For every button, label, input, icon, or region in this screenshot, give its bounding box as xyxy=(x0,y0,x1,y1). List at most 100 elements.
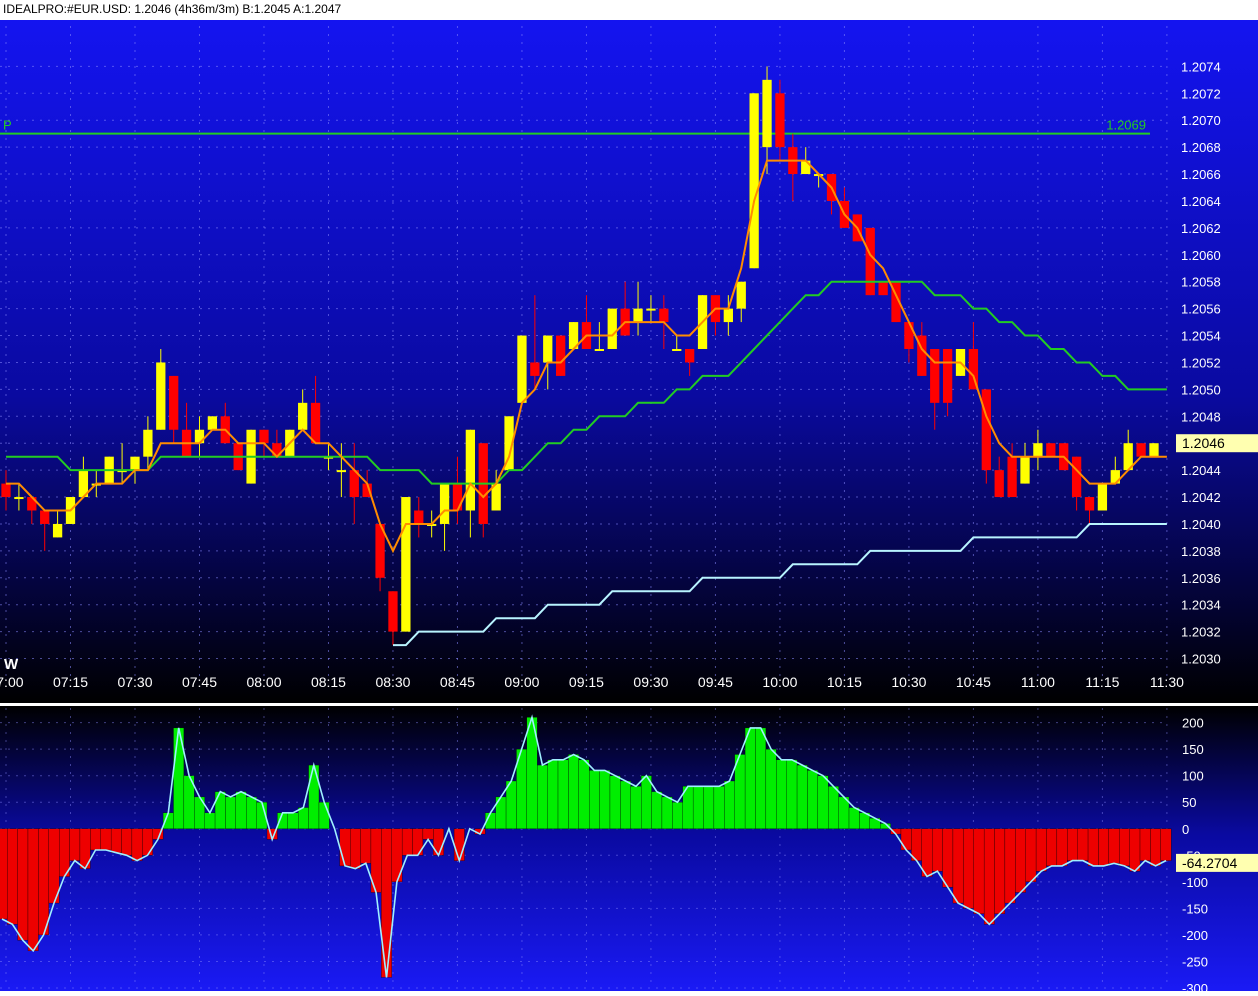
candle-body xyxy=(994,470,1004,498)
candle-body xyxy=(336,470,347,473)
time-tick-label: 09:15 xyxy=(569,674,604,690)
time-tick-label: 11:30 xyxy=(1150,674,1184,690)
osc-bar xyxy=(672,802,683,829)
osc-bar xyxy=(547,759,559,829)
osc-bar xyxy=(298,807,309,829)
price-tick-label: 1.2040 xyxy=(1181,517,1221,532)
osc-bar xyxy=(1119,828,1130,867)
time-tick-label: 08:30 xyxy=(375,674,410,690)
price-tick-label: 1.2066 xyxy=(1181,167,1221,182)
osc-bar xyxy=(401,828,413,856)
osc-bar xyxy=(994,828,1006,914)
price-tick-label: 1.2030 xyxy=(1181,652,1221,667)
time-tick-label: 09:45 xyxy=(698,674,733,690)
osc-bar xyxy=(225,796,236,829)
osc-bar xyxy=(69,828,81,861)
chart-area[interactable]: P 1.2069 1.2030 1.2032 1.2034 1.2036 1.2038 1.… xyxy=(0,20,1258,996)
osc-bar xyxy=(828,786,839,829)
window-title-bar: IDEALPRO:#EUR.USD: 1.2046 (4h36m/3m) B:1… xyxy=(0,0,1258,20)
chart-svg[interactable]: P 1.2069 1.2030 1.2032 1.2034 1.2036 1.2038 1.… xyxy=(0,20,1258,996)
osc-bar xyxy=(776,759,787,829)
price-tick-label: 1.2032 xyxy=(1181,625,1221,640)
osc-bar xyxy=(235,791,247,829)
osc-bar xyxy=(100,828,112,851)
osc-bar xyxy=(381,828,392,978)
osc-bar xyxy=(609,775,621,829)
time-tick-label: 07:30 xyxy=(117,674,152,690)
price-tick-label: 1.2068 xyxy=(1181,140,1221,155)
candle-body xyxy=(659,308,669,323)
candle-body xyxy=(1136,443,1146,457)
osc-bar xyxy=(505,780,517,829)
osc-bar xyxy=(578,759,590,829)
osc-bar xyxy=(1150,828,1161,867)
candle-body xyxy=(259,429,269,444)
osc-bar xyxy=(1015,828,1026,893)
pivot-label: P xyxy=(3,118,12,133)
candle-body xyxy=(143,429,153,457)
candle-body xyxy=(401,497,411,632)
candle-body xyxy=(1033,443,1043,457)
price-tick-label: 1.2050 xyxy=(1181,382,1221,397)
osc-bar xyxy=(599,770,611,829)
candle-body xyxy=(310,402,321,444)
price-tick-label: 1.2060 xyxy=(1181,248,1221,263)
osc-bar xyxy=(350,828,361,869)
candle-body xyxy=(543,335,553,363)
candle-body xyxy=(530,362,540,376)
osc-tick-label: -250 xyxy=(1182,954,1208,969)
osc-tick-label: 150 xyxy=(1182,742,1204,757)
candle-body xyxy=(130,456,140,471)
time-tick-label: 10:45 xyxy=(956,674,991,690)
osc-bar xyxy=(433,828,444,856)
osc-bar xyxy=(1046,828,1058,867)
candle-body xyxy=(942,349,953,403)
osc-bar xyxy=(537,764,548,829)
candle-body xyxy=(14,497,24,500)
osc-bar xyxy=(817,775,829,829)
osc-bar xyxy=(0,828,8,920)
osc-bar xyxy=(318,802,330,829)
price-tick-label: 1.2058 xyxy=(1181,275,1221,290)
osc-bar xyxy=(848,807,860,829)
osc-bar xyxy=(1035,828,1047,872)
price-tick-label: 1.2044 xyxy=(1181,463,1221,478)
osc-bar xyxy=(932,828,943,872)
osc-bar xyxy=(952,828,964,904)
osc-bar xyxy=(973,828,985,914)
osc-bar xyxy=(131,828,143,861)
candle-body xyxy=(607,308,617,349)
osc-bar xyxy=(713,786,725,829)
candle-body xyxy=(930,349,940,403)
candle-body xyxy=(556,335,566,376)
price-tick-label: 1.2042 xyxy=(1181,490,1221,505)
osc-bar xyxy=(786,759,798,829)
osc-bar xyxy=(641,775,652,829)
osc-bar xyxy=(1139,828,1151,861)
osc-bar xyxy=(589,770,600,829)
candle-body xyxy=(878,281,888,296)
osc-bar xyxy=(110,828,122,853)
osc-bar xyxy=(38,828,49,936)
time-tick-label: 08:45 xyxy=(440,674,475,690)
osc-bar xyxy=(744,727,756,829)
osc-bar xyxy=(692,786,704,829)
candle-body xyxy=(517,335,527,403)
candle-body xyxy=(865,227,875,296)
osc-bar xyxy=(963,828,974,909)
osc-bar xyxy=(27,828,39,951)
osc-bar xyxy=(1067,828,1078,861)
osc-bar xyxy=(1087,828,1099,867)
candle-body xyxy=(736,281,746,309)
candle-body xyxy=(1071,456,1082,498)
time-tick-label: 11:15 xyxy=(1085,674,1119,690)
time-tick-label: 08:00 xyxy=(246,674,281,690)
candle-body xyxy=(1097,483,1108,511)
time-tick-label: 11:00 xyxy=(1021,674,1055,690)
osc-bar xyxy=(17,828,29,941)
osc-bar xyxy=(900,828,912,851)
candle-body xyxy=(762,79,772,148)
price-tick-label: 1.2074 xyxy=(1181,59,1221,74)
osc-bar xyxy=(807,770,818,829)
candle-body xyxy=(749,93,759,269)
